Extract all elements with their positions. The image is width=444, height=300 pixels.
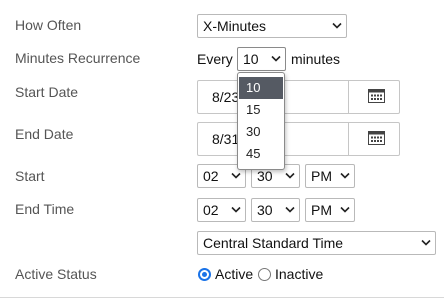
- end-minute-value: 30: [257, 202, 273, 218]
- start-ampm-value: PM: [311, 168, 332, 184]
- end-ampm-select[interactable]: PM: [305, 198, 355, 222]
- recurrence-dropdown-list[interactable]: 10 15 30 45: [237, 72, 285, 170]
- chevron-down-icon: [417, 232, 435, 254]
- end-hour-value: 02: [203, 202, 219, 218]
- timezone-value: Central Standard Time: [203, 235, 344, 251]
- recurrence-option[interactable]: 30: [239, 121, 283, 143]
- end-minute-select[interactable]: 30: [251, 198, 300, 222]
- start-hour-value: 02: [203, 168, 219, 184]
- how-often-label: How Often: [15, 17, 82, 33]
- chevron-down-icon: [267, 48, 285, 70]
- recurrence-prefix: Every: [197, 51, 233, 67]
- recurrence-value: 10: [243, 51, 259, 67]
- recurrence-option[interactable]: 10: [239, 77, 283, 99]
- chevron-down-icon: [336, 165, 354, 187]
- end-time-label: End Time: [15, 201, 75, 217]
- active-radio[interactable]: [198, 268, 211, 281]
- calendar-icon[interactable]: [368, 88, 385, 106]
- chevron-down-icon: [336, 199, 354, 221]
- inactive-radio[interactable]: [258, 268, 271, 281]
- recurrence-select[interactable]: 10: [237, 47, 286, 71]
- start-ampm-select[interactable]: PM: [305, 164, 355, 188]
- how-often-value: X-Minutes: [203, 18, 267, 34]
- active-radio-label[interactable]: Active: [215, 266, 253, 282]
- timezone-select[interactable]: Central Standard Time: [197, 231, 436, 255]
- inactive-radio-label[interactable]: Inactive: [275, 266, 323, 282]
- end-date-divider: [348, 123, 349, 155]
- calendar-icon[interactable]: [368, 130, 385, 148]
- end-date-value: 8/31: [212, 131, 240, 147]
- active-status-label: Active Status: [15, 266, 97, 282]
- end-date-label: End Date: [15, 126, 74, 142]
- recurrence-suffix: minutes: [291, 51, 341, 67]
- start-label: Start: [15, 168, 45, 184]
- chevron-down-icon: [281, 199, 299, 221]
- chevron-down-icon: [227, 199, 245, 221]
- end-ampm-value: PM: [311, 202, 332, 218]
- how-often-select[interactable]: X-Minutes: [197, 14, 347, 38]
- start-date-field[interactable]: 8/23: [197, 80, 400, 114]
- end-date-field[interactable]: 8/31: [197, 122, 400, 156]
- start-date-divider: [348, 81, 349, 113]
- chevron-down-icon: [328, 15, 346, 37]
- recurrence-option[interactable]: 15: [239, 99, 283, 121]
- start-minute-value: 30: [257, 168, 273, 184]
- minutes-recurrence-label: Minutes Recurrence: [15, 50, 141, 66]
- bottom-divider: [0, 297, 444, 298]
- end-hour-select[interactable]: 02: [197, 198, 246, 222]
- start-date-value: 8/23: [212, 89, 240, 105]
- start-date-label: Start Date: [15, 84, 79, 100]
- recurrence-option[interactable]: 45: [239, 143, 283, 165]
